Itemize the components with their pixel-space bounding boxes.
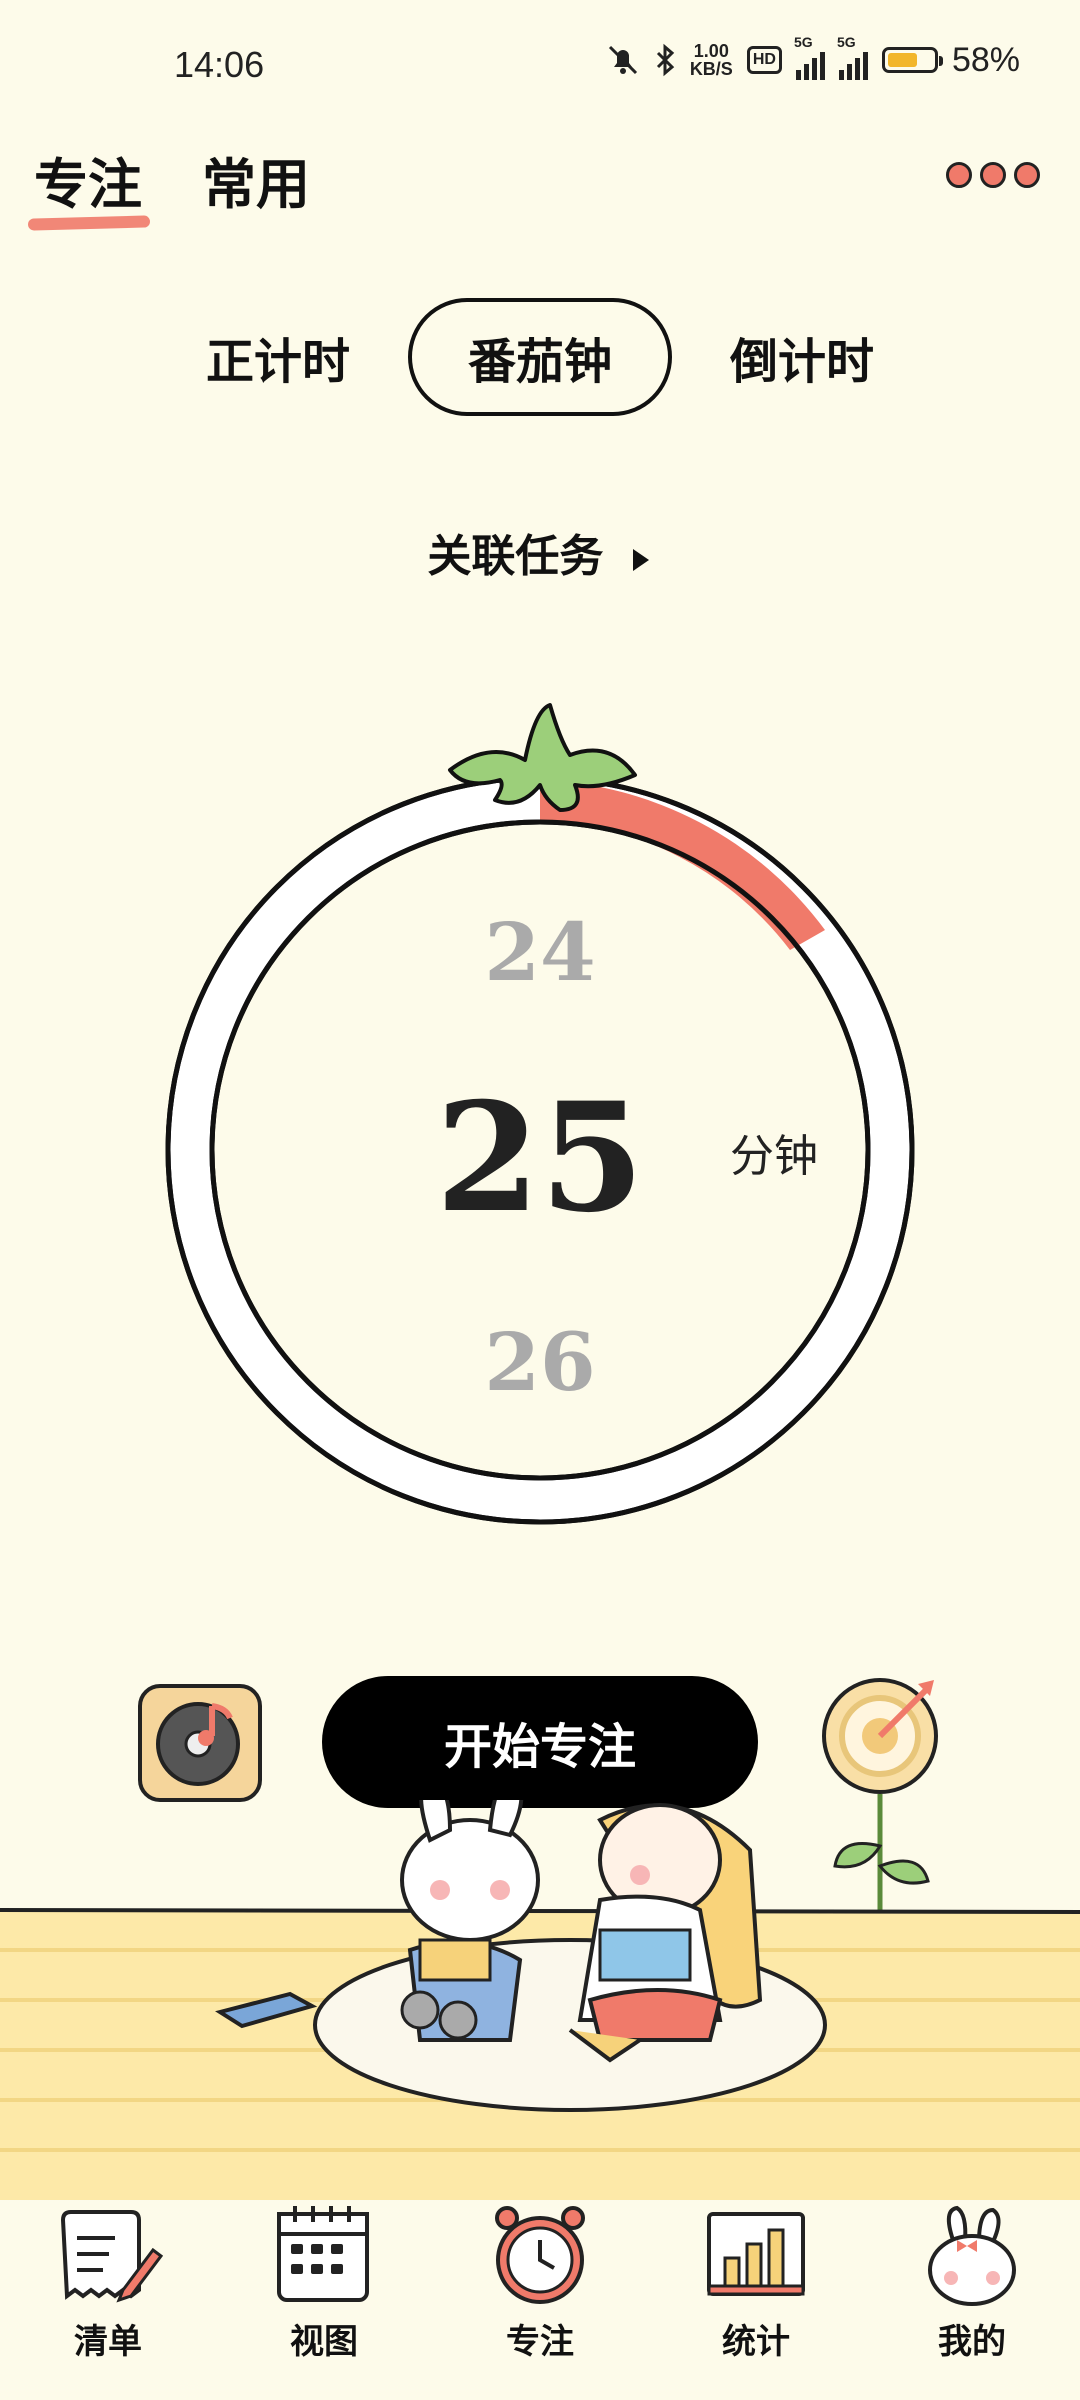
- bar-chart-icon: [707, 2212, 805, 2296]
- timer-prev-value[interactable]: 24: [0, 905, 1080, 999]
- white-noise-button[interactable]: [138, 1684, 262, 1802]
- notepad-pencil-icon: [60, 2210, 163, 2303]
- net-speed-value: 1.00: [693, 41, 729, 61]
- status-icons: 1.00 KB/S HD 5G 5G 58%: [606, 34, 1020, 80]
- mode-pomodoro[interactable]: 番茄钟: [407, 298, 672, 416]
- music-record-icon: [156, 1702, 240, 1786]
- signal-label-2: 5G: [836, 34, 856, 50]
- mode-switcher: 正计时 番茄钟 倒计时: [170, 298, 910, 416]
- status-time: 14:06: [174, 44, 265, 85]
- mode-countup[interactable]: 正计时: [170, 304, 386, 410]
- start-focus-button[interactable]: 开始专注: [322, 1676, 758, 1808]
- nav-label-stats: 统计: [722, 2322, 790, 2362]
- nav-label-me: 我的: [938, 2322, 1006, 2362]
- signal-icon: 5G: [794, 34, 825, 80]
- associate-task-link[interactable]: 关联任务: [0, 520, 1080, 584]
- hd-icon: HD: [746, 46, 782, 74]
- mode-countdown[interactable]: 倒计时: [694, 304, 910, 410]
- nav-item-list[interactable]: 清单: [33, 2200, 183, 2400]
- nav-item-me[interactable]: 我的: [897, 2200, 1047, 2400]
- tab-focus[interactable]: 专注: [34, 140, 142, 219]
- nav-item-stats[interactable]: 统计: [681, 2200, 831, 2400]
- triangle-right-icon: [632, 548, 649, 571]
- signal-icon-2: 5G: [837, 34, 868, 80]
- associate-task-label: 关联任务: [427, 531, 604, 582]
- nav-item-focus[interactable]: 专注: [465, 2200, 615, 2400]
- battery-icon: [881, 47, 943, 73]
- net-speed-unit: KB/S: [689, 59, 733, 79]
- bluetooth-icon: [656, 43, 675, 77]
- mute-icon: [608, 45, 637, 75]
- alarm-clock-icon: [495, 2206, 585, 2304]
- net-speed: 1.00 KB/S: [690, 42, 733, 78]
- nav-item-view[interactable]: 视图: [249, 2200, 399, 2400]
- nav-label-view: 视图: [290, 2322, 358, 2362]
- timer-current-value[interactable]: 25: [0, 1070, 1080, 1246]
- battery-percent: 58%: [951, 40, 1020, 79]
- more-icon[interactable]: [946, 162, 1040, 188]
- nav-label-focus: 专注: [506, 2322, 574, 2362]
- nav-label-list: 清单: [74, 2322, 142, 2362]
- signal-label: 5G: [793, 34, 813, 50]
- timer-next-value[interactable]: 26: [0, 1315, 1080, 1409]
- status-bar: 14:06 1.00 KB/S HD 5G 5G 58%: [0, 0, 1080, 140]
- timer-unit: 分钟: [730, 1131, 818, 1182]
- bunny-avatar-icon: [928, 2205, 1016, 2306]
- top-tabs: 专注 常用: [34, 140, 310, 219]
- calendar-icon: [277, 2206, 369, 2302]
- tab-common[interactable]: 常用: [202, 140, 310, 219]
- reading-scene-illustration: [0, 1800, 1080, 2200]
- bottom-nav: 清单 视图 专注 统计 我的: [0, 2200, 1080, 2400]
